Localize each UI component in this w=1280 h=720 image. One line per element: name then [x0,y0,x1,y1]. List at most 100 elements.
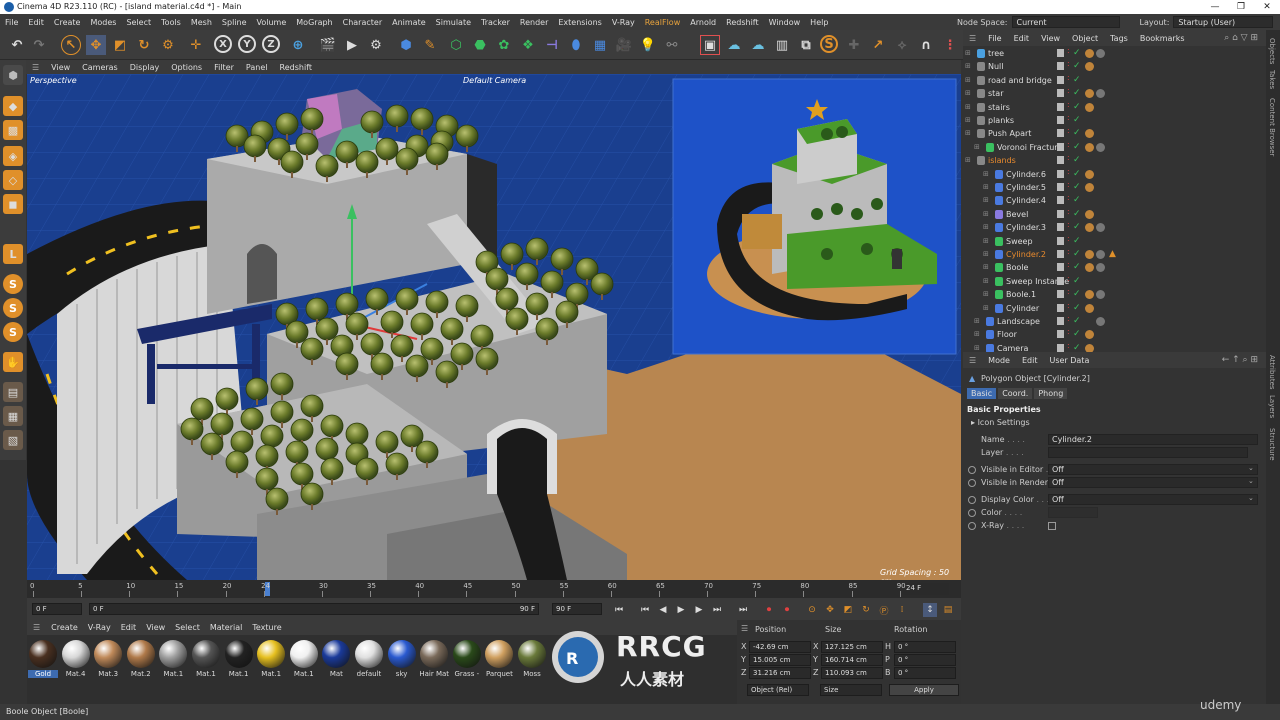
expand-icon[interactable]: ⊞ [983,210,989,218]
enabled-check-icon[interactable]: ✓ [1073,75,1081,85]
xray-checkbox[interactable] [1048,522,1056,530]
object-row[interactable]: ⊞ star: ✓ [963,87,1266,101]
viewport-menu-redshift[interactable]: Redshift [274,63,318,72]
rotation-field[interactable]: 0 ° [894,667,956,679]
animation-radio-icon[interactable] [968,509,976,517]
menu-edit[interactable]: Edit [23,18,49,27]
viewport-menu-icon[interactable]: ☰ [26,63,45,72]
timeline-ruler[interactable]: 24 F 0 5 10 15 20 24 30 35 40 45 50 55 60 65 70 75 80 85 9… [27,580,961,598]
menu-tools[interactable]: Tools [156,18,186,27]
object-search-icons[interactable]: ⌕ ⌂ ▽ ⊞ [1224,33,1258,43]
menu-redshift[interactable]: Redshift [721,18,763,27]
material-menu-edit[interactable]: Edit [116,623,142,632]
object-menu-tags[interactable]: Tags [1104,34,1134,43]
render-settings-icon[interactable]: ⚙ [366,35,386,55]
material-swatch[interactable]: Hair Mat [419,640,449,678]
arnold-icon[interactable]: ✚ [844,35,864,55]
size-field[interactable]: 160.714 cm [821,654,883,666]
axis-mode-icon[interactable]: L [3,244,23,264]
render-view-icon[interactable]: ▶ [342,35,362,55]
expand-icon[interactable]: ⊞ [974,344,980,352]
expand-icon[interactable]: ⊞ [965,89,971,97]
material-swatch[interactable]: Mat.1 [158,640,188,678]
redshift-cloud-icon[interactable]: ☁ [724,35,744,55]
menu-spline[interactable]: Spline [217,18,252,27]
visibility-dots-icon[interactable]: : [1067,73,1070,81]
object-row[interactable]: ⊞ road and bridge: ✓ [963,73,1266,88]
enabled-check-icon[interactable]: ✓ [1073,169,1081,179]
visibility-dots-icon[interactable]: : [1067,234,1070,242]
object-row[interactable]: ⊞ Cylinder.6: ✓ [963,167,1266,182]
redo-icon[interactable]: ↷ [29,35,49,55]
undo-icon[interactable]: ↶ [7,35,27,55]
material-tag-icon[interactable] [1085,129,1094,139]
object-menu-view[interactable]: View [1035,34,1066,43]
timeline-icon[interactable]: ↕ [923,603,937,617]
object-row[interactable]: ⊞ tree: ✓ [963,47,1266,61]
object-row[interactable]: ⊞ Cylinder.5: ✓ [963,181,1266,195]
tab-basic[interactable]: Basic [967,388,997,399]
object-name[interactable]: tree [988,49,1004,58]
menu-vray[interactable]: V-Ray [607,18,640,27]
enabled-check-icon[interactable]: ✓ [1073,316,1081,326]
object-menu-object[interactable]: Object [1066,34,1104,43]
menu-modes[interactable]: Modes [85,18,121,27]
expand-icon[interactable]: ⊞ [965,62,971,70]
material-tag-icon[interactable] [1085,102,1094,112]
key-pla-icon[interactable]: ⁞ [895,603,909,617]
tab-coord[interactable]: Coord. [998,388,1033,399]
object-name[interactable]: star [988,89,1004,98]
material-swatch[interactable]: Mat.1 [256,640,286,678]
material-tag-icon[interactable] [1085,89,1094,99]
attribute-menu-edit[interactable]: Edit [1016,356,1044,365]
deformer-icon[interactable]: ⊣ [542,35,562,55]
object-menu-bookmarks[interactable]: Bookmarks [1134,34,1191,43]
material-swatch[interactable]: Parquet [484,640,514,678]
material-tag-icon[interactable] [1085,169,1094,179]
visibility-icon[interactable] [1057,183,1064,191]
transform-icon[interactable]: ✛ [186,35,206,55]
expand-icon[interactable]: ⊞ [983,237,989,245]
material-swatch[interactable]: Mat.1 [224,640,254,678]
enabled-check-icon[interactable]: ✓ [1073,142,1081,152]
rotate-tool-icon[interactable]: ↻ [134,35,154,55]
object-row[interactable]: ⊞ Boole.1: ✓ [963,288,1266,302]
visibility-icon[interactable] [1057,209,1064,218]
animation-radio-icon[interactable] [968,522,976,530]
expand-icon[interactable]: ⊞ [965,103,971,111]
visibility-icon[interactable] [1057,236,1064,245]
object-name[interactable]: Sweep [1006,237,1033,246]
material-tag-icon[interactable] [1085,290,1094,300]
visibility-icon[interactable] [1057,223,1064,232]
visibility-icon[interactable] [1057,343,1064,352]
recent-tools-icon[interactable]: ⚙ [158,35,178,55]
scene-icon[interactable]: ⚯ [662,35,682,55]
object-row[interactable]: ⊞ islands: ✓ [963,154,1266,168]
enabled-check-icon[interactable]: ✓ [1073,236,1081,246]
workplane-icon[interactable]: ✋ [3,352,23,372]
subdivision-icon[interactable]: ⬡ [446,35,466,55]
visibility-dots-icon[interactable]: : [1067,248,1070,256]
object-name[interactable]: Cylinder.5 [1006,183,1046,192]
enabled-check-icon[interactable]: ✓ [1073,329,1081,339]
visibility-dots-icon[interactable]: : [1067,114,1070,122]
expand-icon[interactable]: ⊞ [983,290,989,298]
object-row[interactable]: ⊞ Push Apart: ✓ [963,127,1266,141]
animation-radio-icon[interactable] [968,466,976,474]
material-tag-icon[interactable] [1085,303,1094,313]
key-move-icon[interactable]: ✥ [823,603,837,617]
motion-system-icon[interactable]: ▤ [941,603,955,617]
render-region-icon[interactable]: 🎬 [318,35,338,55]
end-frame-field[interactable]: 90 F [552,603,602,615]
object-name[interactable]: Floor [997,330,1017,339]
position-field[interactable]: -42.69 cm [749,641,811,653]
material-tag-icon[interactable] [1085,250,1094,259]
enabled-check-icon[interactable]: ✓ [1073,289,1081,299]
object-name[interactable]: Cylinder.3 [1006,223,1046,232]
menu-file[interactable]: File [0,18,23,27]
visibility-icon[interactable] [1057,169,1064,178]
expand-icon[interactable]: ⊞ [965,116,971,124]
visibility-dots-icon[interactable]: : [1067,181,1070,189]
coordinate-system-icon[interactable]: ⊕ [288,35,308,55]
attribute-menu-icon[interactable]: ☰ [963,356,982,365]
